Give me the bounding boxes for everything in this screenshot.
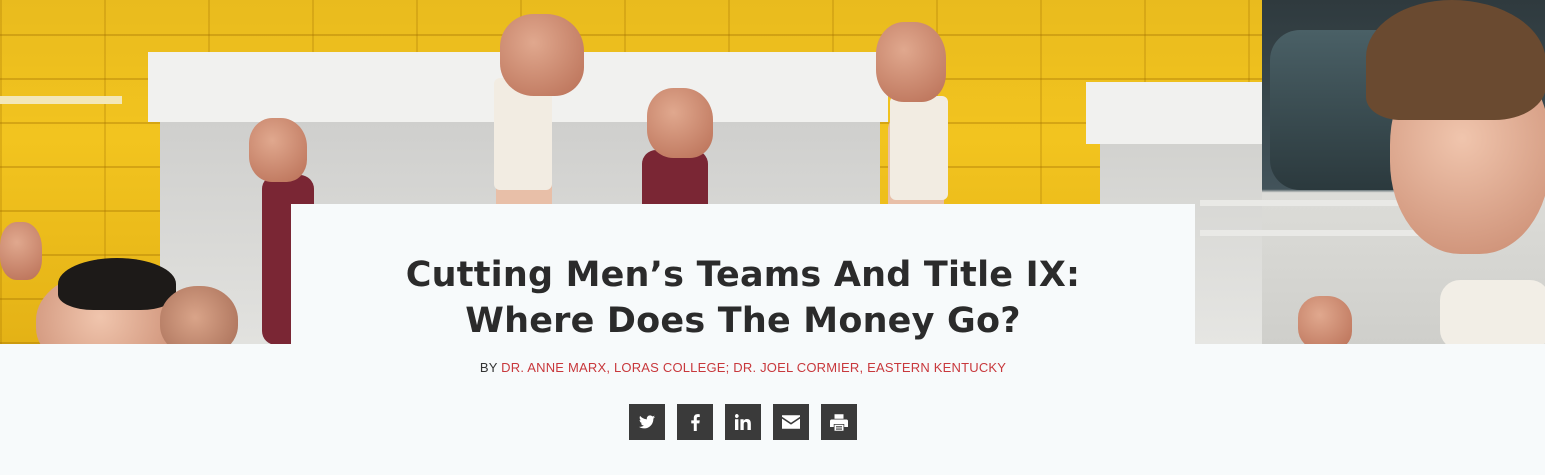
email-share-button[interactable] bbox=[773, 404, 809, 440]
linkedin-share-button[interactable] bbox=[725, 404, 761, 440]
fist-4 bbox=[876, 22, 946, 102]
athlete-face-2 bbox=[160, 286, 238, 344]
share-bar bbox=[629, 404, 857, 440]
print-icon bbox=[830, 413, 848, 431]
print-share-button[interactable] bbox=[821, 404, 857, 440]
facebook-icon bbox=[690, 413, 700, 431]
fist-6 bbox=[1298, 296, 1352, 344]
wall-trim bbox=[0, 96, 122, 104]
athlete-hair-left bbox=[58, 258, 176, 310]
twitter-icon bbox=[639, 415, 655, 429]
fist-3 bbox=[647, 88, 713, 158]
twitter-share-button[interactable] bbox=[629, 404, 665, 440]
fist-2 bbox=[500, 14, 584, 96]
wrist-wrap-4 bbox=[890, 96, 948, 200]
author-links[interactable]: DR. ANNE MARX, LORAS COLLEGE; DR. JOEL C… bbox=[501, 360, 1006, 375]
fist-1 bbox=[249, 118, 307, 182]
email-icon bbox=[782, 415, 800, 429]
fist-5 bbox=[0, 222, 42, 280]
title-line-1: Cutting Men’s Teams And Title IX: bbox=[405, 255, 1081, 295]
title-line-2: Where Does The Money Go? bbox=[465, 301, 1021, 341]
athlete-hair-right bbox=[1366, 0, 1545, 120]
byline-prefix: BY bbox=[479, 360, 502, 375]
article-title: Cutting Men’s Teams And Title IX: Where … bbox=[291, 252, 1195, 344]
facebook-share-button[interactable] bbox=[677, 404, 713, 440]
byline: BY DR. ANNE MARX, LORAS COLLEGE; DR. JOE… bbox=[0, 360, 1486, 375]
linkedin-icon bbox=[735, 414, 751, 430]
athlete-shoulder bbox=[1440, 280, 1545, 344]
